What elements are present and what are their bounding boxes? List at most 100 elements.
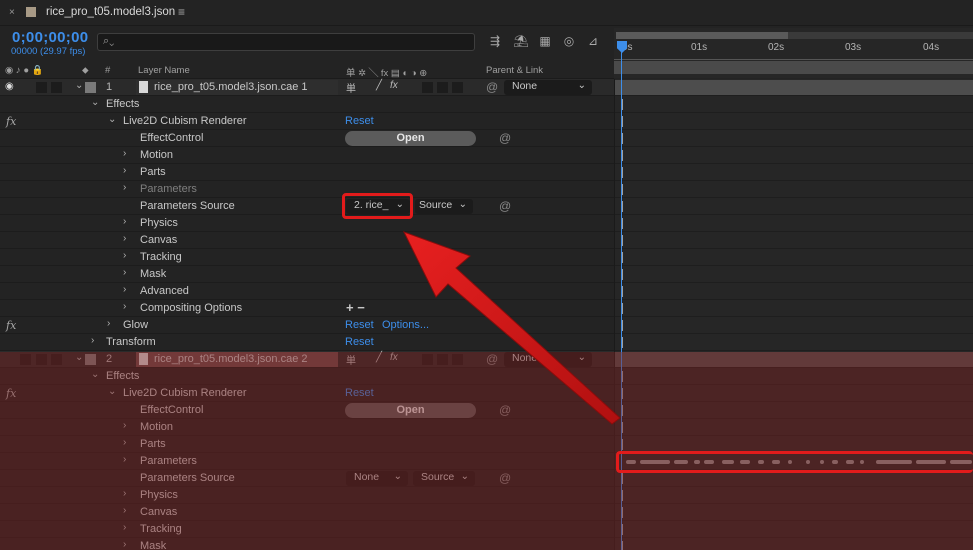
time-navigator-bar[interactable]	[614, 61, 973, 74]
open-button[interactable]: Open	[345, 403, 476, 418]
options-link[interactable]: Options...	[382, 319, 429, 331]
composition-tab-title[interactable]: rice_pro_t05.model3.json	[46, 6, 175, 18]
chevron-right-icon[interactable]: ›	[123, 301, 126, 312]
chevron-down-icon[interactable]: ⌄	[75, 352, 83, 363]
property-row-tracking[interactable]: › Tracking	[0, 249, 614, 266]
parameters-source-dropdown[interactable]: None ⌄	[346, 471, 408, 486]
layer-search-input[interactable]: ⌕⌄	[97, 33, 475, 51]
property-row-mask[interactable]: › Mask	[0, 266, 614, 283]
source-type-dropdown[interactable]: Source ⌄	[413, 471, 475, 486]
visibility-eye-icon[interactable]: ◉	[5, 81, 14, 92]
property-row-advanced[interactable]: › Advanced	[0, 283, 614, 300]
switch-box[interactable]	[422, 354, 433, 365]
property-row-canvas[interactable]: › Canvas	[0, 504, 614, 521]
shy-switch-icon[interactable]: 単	[346, 352, 356, 367]
property-row-parameters-source[interactable]: Parameters Source None ⌄ Source ⌄ @	[0, 470, 614, 487]
draft-3d-icon[interactable]: ⛱	[512, 34, 530, 50]
fx-switch-icon[interactable]: fx	[390, 352, 398, 363]
panel-menu-icon[interactable]: ≡	[178, 5, 185, 19]
property-row-motion[interactable]: › Motion	[0, 147, 614, 164]
property-row-tracking[interactable]: › Tracking	[0, 521, 614, 538]
pickwhip-icon[interactable]: @	[486, 80, 498, 94]
source-type-dropdown[interactable]: Source ⌄	[415, 199, 473, 214]
fx-icon[interactable]: fx	[6, 387, 16, 400]
timeline-track-area[interactable]	[614, 79, 973, 550]
pickwhip-icon[interactable]: @	[499, 403, 511, 417]
property-row-parameters-source[interactable]: Parameters Source 2. rice_ ⌄ Source ⌄ @	[0, 198, 614, 215]
current-time-display[interactable]: 0;00;00;00	[12, 29, 88, 46]
chevron-right-icon[interactable]: ›	[91, 335, 94, 346]
effect-row-glow[interactable]: fx › Glow Reset Options...	[0, 317, 614, 334]
chevron-down-icon[interactable]: ⌄	[75, 80, 83, 91]
shy-switch-icon[interactable]: 単	[346, 80, 356, 95]
switch-box[interactable]	[452, 354, 463, 365]
fx-icon[interactable]: fx	[6, 115, 16, 128]
switch-box[interactable]	[422, 82, 433, 93]
layer-label-color[interactable]	[85, 82, 96, 93]
chevron-right-icon[interactable]: ›	[123, 454, 126, 465]
effect-row-renderer[interactable]: fx ⌄ Live2D Cubism Renderer Reset	[0, 385, 614, 402]
chevron-down-icon[interactable]: ⌄	[108, 386, 116, 397]
audio-toggle[interactable]	[36, 354, 47, 365]
fx-switch-icon[interactable]: fx	[390, 80, 398, 91]
switch-box[interactable]	[437, 354, 448, 365]
layer-name[interactable]: rice_pro_t05.model3.json.cae 2	[154, 353, 307, 365]
chevron-down-icon[interactable]: ⌄	[108, 114, 116, 125]
transform-group-row[interactable]: › Transform Reset	[0, 334, 614, 351]
parent-dropdown[interactable]: None ⌄	[504, 80, 592, 95]
add-remove-mask-buttons[interactable]: + −	[346, 300, 365, 315]
column-layer-name[interactable]: Layer Name	[138, 65, 190, 76]
chevron-right-icon[interactable]: ›	[123, 216, 126, 227]
chevron-right-icon[interactable]: ›	[123, 233, 126, 244]
property-row-physics[interactable]: › Physics	[0, 487, 614, 504]
layer-row-2[interactable]: ⌄ 2 rice_pro_t05.model3.json.cae 2 単 ╱ f…	[0, 351, 614, 368]
chevron-right-icon[interactable]: ›	[123, 284, 126, 295]
chevron-right-icon[interactable]: ›	[123, 505, 126, 516]
quality-switch-icon[interactable]: ╱	[376, 352, 382, 363]
solo-toggle[interactable]	[51, 354, 62, 365]
audio-toggle[interactable]	[36, 82, 47, 93]
property-row-parameters[interactable]: › Parameters	[0, 453, 614, 470]
property-row-parameters[interactable]: › Parameters	[0, 181, 614, 198]
chevron-right-icon[interactable]: ›	[123, 437, 126, 448]
layer-1-duration-bar[interactable]	[615, 80, 973, 95]
reset-link[interactable]: Reset	[345, 319, 374, 331]
close-tab-icon[interactable]: ×	[9, 7, 15, 18]
layer-2-duration-bar[interactable]	[615, 352, 973, 367]
property-row-parts[interactable]: › Parts	[0, 164, 614, 181]
chevron-right-icon[interactable]: ›	[123, 420, 126, 431]
reset-link[interactable]: Reset	[345, 115, 374, 127]
work-area-bar[interactable]	[616, 32, 788, 39]
motion-blur-icon[interactable]: ◎	[560, 34, 578, 50]
pickwhip-icon[interactable]: @	[499, 199, 511, 213]
layer-name[interactable]: rice_pro_t05.model3.json.cae 1	[154, 81, 307, 93]
layer-label-color[interactable]	[85, 354, 96, 365]
audio-toggle[interactable]	[20, 354, 31, 365]
chevron-down-icon[interactable]: ⌄	[91, 97, 99, 108]
switch-box[interactable]	[452, 82, 463, 93]
chevron-right-icon[interactable]: ›	[123, 182, 126, 193]
property-row-mask[interactable]: › Mask	[0, 538, 614, 550]
effects-group-row[interactable]: ⌄ Effects	[0, 368, 614, 385]
pickwhip-icon[interactable]: @	[486, 352, 498, 366]
property-row-effectcontrol[interactable]: EffectControl Open @	[0, 402, 614, 419]
chevron-right-icon[interactable]: ›	[123, 250, 126, 261]
switch-box[interactable]	[437, 82, 448, 93]
chevron-right-icon[interactable]: ›	[123, 488, 126, 499]
layer-row-1[interactable]: ◉ ⌄ 1 rice_pro_t05.model3.json.cae 1 単 ╱…	[0, 79, 614, 96]
graph-editor-icon[interactable]: ⊿	[584, 34, 602, 50]
property-row-physics[interactable]: › Physics	[0, 215, 614, 232]
chevron-down-icon[interactable]: ⌄	[91, 369, 99, 380]
reset-link[interactable]: Reset	[345, 336, 374, 348]
chevron-right-icon[interactable]: ›	[107, 318, 110, 329]
reset-link[interactable]: Reset	[345, 387, 374, 399]
chevron-right-icon[interactable]: ›	[123, 267, 126, 278]
composition-mini-flowchart-icon[interactable]: ⇶	[486, 34, 504, 50]
chevron-right-icon[interactable]: ›	[123, 165, 126, 176]
property-row-effectcontrol[interactable]: EffectControl Open @	[0, 130, 614, 147]
effect-row-renderer[interactable]: fx ⌄ Live2D Cubism Renderer Reset	[0, 113, 614, 130]
pickwhip-icon[interactable]: @	[499, 131, 511, 145]
time-ruler[interactable]: 0s 01s 02s 03s 04s	[614, 28, 973, 78]
quality-switch-icon[interactable]: ╱	[376, 80, 382, 91]
effects-group-row[interactable]: ⌄ Effects	[0, 96, 614, 113]
